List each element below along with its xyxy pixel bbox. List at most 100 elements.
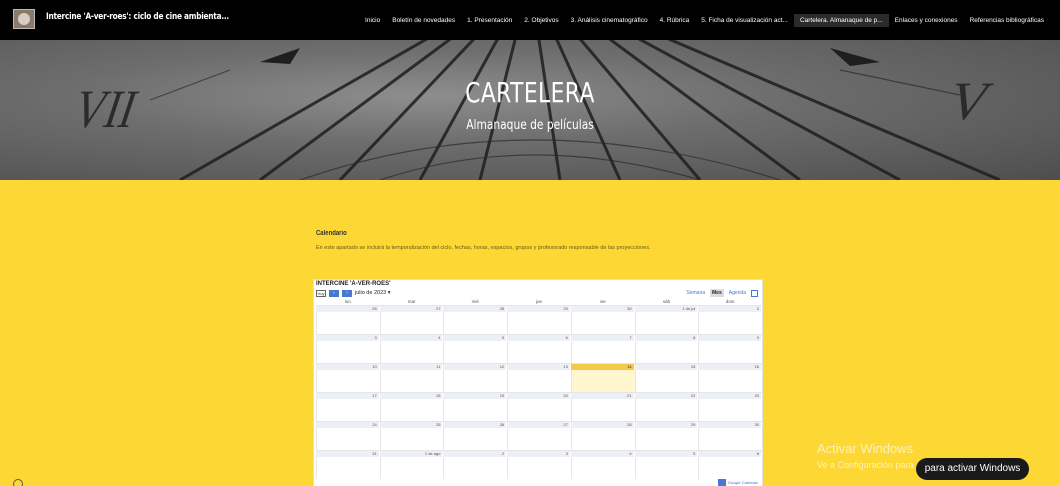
day-number: 29	[634, 422, 698, 428]
day-cell[interactable]: 2	[698, 305, 763, 334]
embedded-calendar: INTERCINE 'A-VER-ROES' Hoy ‹ › julio de …	[313, 279, 763, 486]
day-cell[interactable]: 26	[443, 421, 508, 450]
day-cell[interactable]: 22	[634, 392, 699, 421]
day-cell[interactable]: 21	[570, 392, 635, 421]
day-cell[interactable]: 26	[316, 305, 380, 334]
day-cell[interactable]: 6	[698, 450, 763, 479]
day-cell[interactable]: 27	[379, 305, 444, 334]
site-title[interactable]: Intercine 'A-ver-roes': ciclo de cine am…	[46, 12, 229, 22]
day-number: 28	[443, 306, 507, 312]
nav-item[interactable]: Boletín de novedades	[386, 14, 461, 27]
view-tab[interactable]: Mes	[710, 289, 724, 297]
view-dropdown-icon[interactable]	[751, 289, 758, 297]
day-cell[interactable]: 14	[570, 363, 635, 392]
day-number: 21	[570, 393, 634, 399]
day-cell[interactable]: 16	[698, 363, 763, 392]
day-cell[interactable]: 19	[443, 392, 508, 421]
previous-month-button[interactable]: ‹	[329, 290, 339, 297]
day-cell[interactable]: 28	[443, 305, 508, 334]
page-subtitle: Almanaque de películas	[466, 118, 594, 133]
day-cell[interactable]: 28	[570, 421, 635, 450]
day-number: 15	[634, 364, 698, 370]
nav-item[interactable]: 5. Ficha de visualización act...	[695, 14, 794, 27]
day-cell[interactable]: 30	[698, 421, 763, 450]
day-number: 16	[698, 364, 762, 370]
day-number: 18	[379, 393, 443, 399]
day-cell[interactable]: 5	[443, 334, 508, 363]
day-number: 10	[316, 364, 379, 370]
day-cell[interactable]: 6	[507, 334, 571, 363]
day-number: 30	[570, 306, 634, 312]
day-cell[interactable]: 9	[698, 334, 763, 363]
day-number: 11	[379, 364, 443, 370]
next-month-button[interactable]: ›	[342, 290, 352, 297]
google-calendar-label: Google Calendar	[727, 480, 758, 485]
day-number: 30	[698, 422, 762, 428]
day-cell[interactable]: 10	[316, 363, 380, 392]
day-number: 2	[698, 306, 762, 312]
month-grid: lun mar mié jue vie sáb dom 26 27 28 29 30 1 de jul…	[316, 299, 763, 479]
day-number: 3	[507, 451, 570, 457]
day-number: 6	[507, 335, 570, 341]
month-selector[interactable]: julio de 2023 ▾	[355, 290, 391, 296]
nav-item[interactable]: Referencias bibliográficas	[964, 14, 1050, 27]
calendar-footer[interactable]: Google Calendar	[717, 479, 758, 486]
day-cell[interactable]: 24	[316, 421, 380, 450]
windows-activation-title: Activar Windows	[817, 441, 914, 456]
cookie-info-pill[interactable]: para activar Windows	[916, 458, 1029, 480]
day-number: 5	[443, 335, 507, 341]
day-cell[interactable]: 30	[570, 305, 635, 334]
day-cell[interactable]: 11	[379, 363, 444, 392]
day-number: 6	[698, 451, 762, 457]
nav-item[interactable]: Enlaces y conexiones	[889, 14, 964, 27]
day-cell[interactable]: 20	[507, 392, 571, 421]
day-cell[interactable]: 15	[634, 363, 699, 392]
day-number: 3	[316, 335, 379, 341]
day-cell[interactable]: 4	[570, 450, 635, 479]
view-switcher: Semana Mes Agenda	[684, 289, 758, 297]
day-cell[interactable]: 17	[316, 392, 380, 421]
day-cell[interactable]: 12	[443, 363, 508, 392]
nav-item[interactable]: 2. Objetivos	[518, 14, 564, 27]
top-navigation: Intercine 'A-ver-roes': ciclo de cine am…	[0, 0, 1060, 40]
day-number: 26	[443, 422, 507, 428]
nav-item[interactable]: Cartelera. Almanaque de p...	[793, 13, 889, 27]
view-tab[interactable]: Agenda	[727, 289, 748, 297]
day-cell[interactable]: 5	[634, 450, 699, 479]
day-number: 29	[507, 306, 570, 312]
day-number: 31	[316, 451, 379, 457]
day-number: 5	[634, 451, 698, 457]
site-logo[interactable]	[13, 9, 35, 29]
day-cell[interactable]: 3	[316, 334, 380, 363]
day-number: 4	[570, 451, 634, 457]
day-cell[interactable]: 1 de jul	[634, 305, 699, 334]
info-icon[interactable]	[13, 479, 23, 486]
day-cell[interactable]: 29	[634, 421, 699, 450]
day-cell[interactable]: 7	[570, 334, 635, 363]
today-button[interactable]: Hoy	[316, 290, 326, 297]
nav-item[interactable]: 4. Rúbrica	[654, 14, 696, 27]
calendar-heading: Calendario	[316, 230, 347, 237]
day-cell[interactable]: 2	[443, 450, 508, 479]
nav-item[interactable]: 1. Presentación	[461, 14, 518, 27]
day-number: 26	[316, 306, 379, 312]
day-cell[interactable]: 4	[379, 334, 444, 363]
day-number: 1 de ago	[379, 451, 443, 457]
day-cell[interactable]: 18	[379, 392, 444, 421]
day-number: 27	[379, 306, 443, 312]
day-cell[interactable]: 23	[698, 392, 763, 421]
nav-item[interactable]: Inicio	[359, 14, 386, 27]
day-number: 24	[316, 422, 379, 428]
day-cell[interactable]: 27	[507, 421, 571, 450]
day-cell[interactable]: 29	[507, 305, 571, 334]
week-row: 10 11 12 13 14 15 16	[316, 363, 763, 392]
day-cell[interactable]: 13	[507, 363, 571, 392]
day-cell[interactable]: 3	[507, 450, 571, 479]
view-tab[interactable]: Semana	[684, 289, 707, 297]
day-cell[interactable]: 25	[379, 421, 444, 450]
day-number: 1 de jul	[634, 306, 698, 312]
day-cell[interactable]: 1 de ago	[379, 450, 444, 479]
day-cell[interactable]: 31	[316, 450, 380, 479]
day-cell[interactable]: 8	[634, 334, 699, 363]
nav-item[interactable]: 3. Análisis cinematográfico	[565, 14, 654, 27]
